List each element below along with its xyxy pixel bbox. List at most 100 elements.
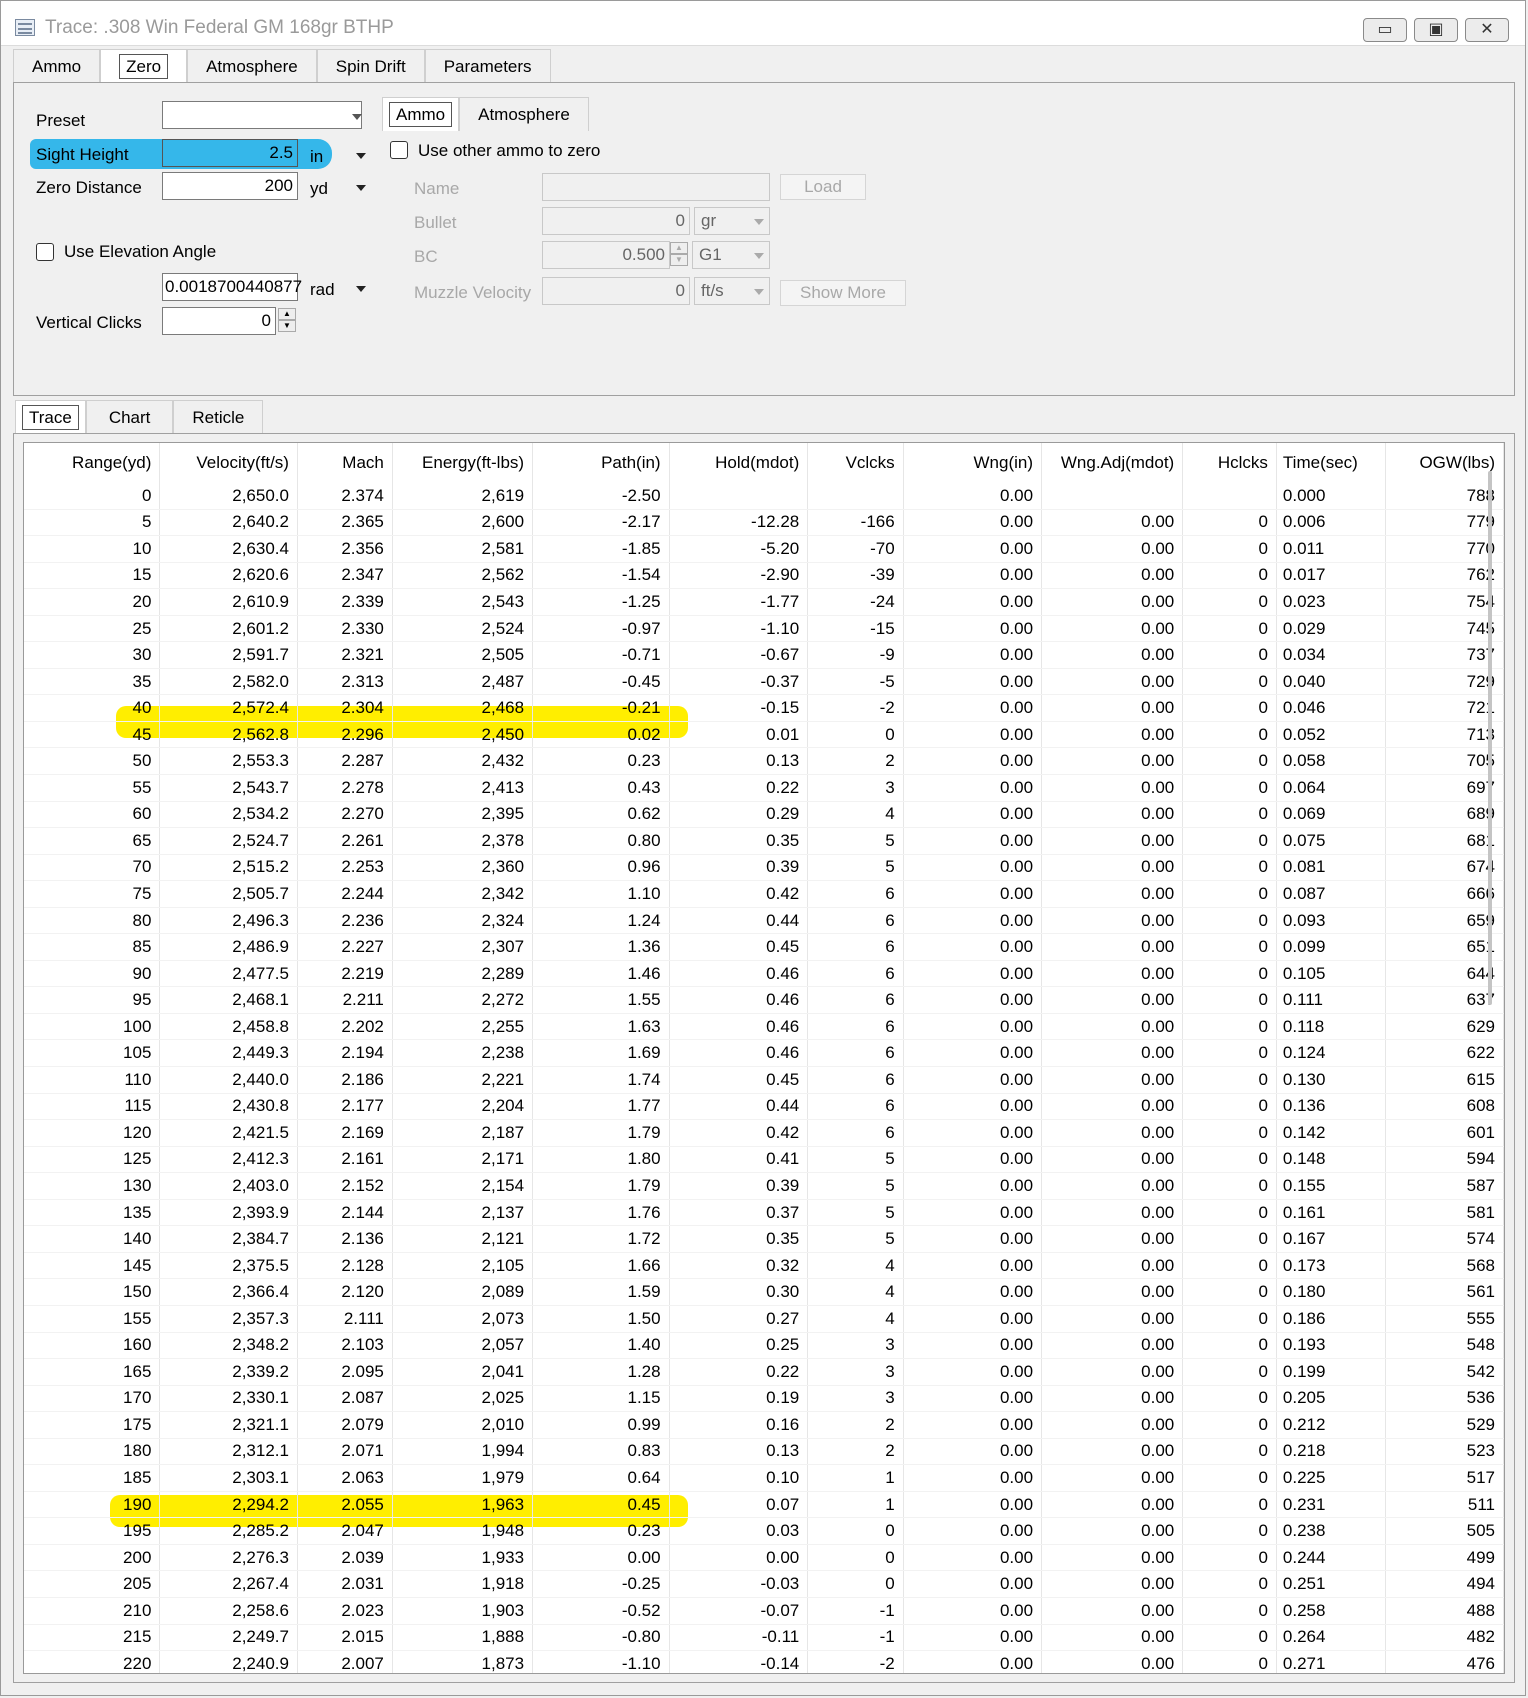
column-header[interactable]: OGW(lbs) <box>1385 443 1504 483</box>
column-header[interactable]: Wng.Adj(mdot) <box>1041 443 1184 483</box>
table-row[interactable]: 30 2,591.7 2.321 2,505 -0.71 -0.67 -9 0.00 0.00 0… <box>24 641 1504 669</box>
table-row[interactable]: 210 2,258.6 2.023 1,903 -0.52 -0.07 -1 0.00 0.00… <box>24 1597 1504 1625</box>
table-row[interactable]: 80 2,496.3 2.236 2,324 1.24 0.44 6 0.00 0.00 0 0.0… <box>24 907 1504 935</box>
table-row[interactable]: 20 2,610.9 2.339 2,543 -1.25 -1.77 -24 0.00 0.00… <box>24 588 1504 616</box>
mv-unit-chevron-down-icon[interactable] <box>754 289 764 295</box>
table-row[interactable]: 195 2,285.2 2.047 1,948 0.23 0.03 0 0.00 0.00 0 0.… <box>24 1517 1504 1545</box>
tab-ammo[interactable]: Ammo <box>13 49 101 83</box>
table-row[interactable]: 110 2,440.0 2.186 2,221 1.74 0.45 6 0.00 0.00 0 0.… <box>24 1066 1504 1094</box>
column-header[interactable]: Path(in) <box>532 443 670 483</box>
table-row[interactable]: 165 2,339.2 2.095 2,041 1.28 0.22 3 0.00 0.00 0 0.… <box>24 1358 1504 1386</box>
table-row[interactable]: 100 2,458.8 2.202 2,255 1.63 0.46 6 0.00 0.00 0 0.… <box>24 1013 1504 1041</box>
table-row[interactable]: 185 2,303.1 2.063 1,979 0.64 0.10 1 0.00 0.00 0 0.… <box>24 1464 1504 1492</box>
vertical-clicks-input[interactable]: 0 <box>162 307 276 335</box>
table-row[interactable]: 160 2,348.2 2.103 2,057 1.40 0.25 3 0.00 0.00 0 0.… <box>24 1332 1504 1360</box>
close-button[interactable]: ✕ <box>1465 18 1509 42</box>
load-button[interactable]: Load <box>780 174 866 200</box>
table-row[interactable]: 105 2,449.3 2.194 2,238 1.69 0.46 6 0.00 0.00 0 0.… <box>24 1039 1504 1068</box>
table-row[interactable]: 85 2,486.9 2.227 2,307 1.36 0.45 6 0.00 0.00 0 0.0… <box>24 933 1504 961</box>
minimize-button[interactable]: ▭ <box>1363 18 1407 42</box>
table-row[interactable]: 55 2,543.7 2.278 2,413 0.43 0.22 3 0.00 0.00 0 0.0… <box>24 774 1504 802</box>
table-row[interactable]: 200 2,276.3 2.039 1,933 0.00 0.00 0 0.00 0.00 0 0.… <box>24 1544 1504 1572</box>
table-row[interactable]: 180 2,312.1 2.071 1,994 0.83 0.13 2 0.00 0.00 0 0.… <box>24 1438 1504 1466</box>
sight-height-input[interactable]: 2.5 <box>162 139 298 167</box>
bc-input[interactable]: 0.500 <box>542 241 670 269</box>
table-row[interactable]: 135 2,393.9 2.144 2,137 1.76 0.37 5 0.00 0.00 0 0.… <box>24 1199 1504 1227</box>
table-row[interactable]: 70 2,515.2 2.253 2,360 0.96 0.39 5 0.00 0.00 0 0.0… <box>24 854 1504 882</box>
maximize-button[interactable]: ▣ <box>1414 18 1458 42</box>
vertical-scrollbar[interactable] <box>1488 471 1492 1005</box>
table-row[interactable]: 35 2,582.0 2.313 2,487 -0.45 -0.37 -5 0.00 0.00 0… <box>24 668 1504 696</box>
ammo-name-input[interactable] <box>542 173 770 201</box>
table-row[interactable]: 125 2,412.3 2.161 2,171 1.80 0.41 5 0.00 0.00 0 0.… <box>24 1146 1504 1174</box>
column-header[interactable]: Range(yd) <box>24 443 161 483</box>
sub-tab-atmosphere[interactable]: Atmosphere <box>459 97 589 131</box>
table-row[interactable]: 95 2,468.1 2.211 2,272 1.55 0.46 6 0.00 0.00 0 0.1… <box>24 986 1504 1014</box>
column-header[interactable]: Hclcks <box>1182 443 1277 483</box>
table-row[interactable]: 60 2,534.2 2.270 2,395 0.62 0.29 4 0.00 0.00 0 0.0… <box>24 801 1504 829</box>
table-row[interactable]: 170 2,330.1 2.087 2,025 1.15 0.19 3 0.00 0.00 0 0.… <box>24 1385 1504 1413</box>
stepper-up-icon[interactable]: ▲ <box>278 308 296 320</box>
trace-table[interactable]: Range(yd) Velocity(ft/s) Mach Energy(ft-lbs… <box>23 442 1505 1674</box>
elevation-angle-input[interactable]: 0.0018700440877 <box>162 273 302 301</box>
table-row[interactable]: 215 2,249.7 2.015 1,888 -0.80 -0.11 -1 0.00 0.00… <box>24 1624 1504 1652</box>
bc-stepper[interactable]: ▲ ▼ <box>670 242 688 268</box>
table-row[interactable]: 0 2,650.0 2.374 2,619 -2.50 0.00 0.000 788 <box>24 483 1504 510</box>
sight-height-unit-dropdown-icon[interactable] <box>356 153 366 159</box>
table-row[interactable]: 140 2,384.7 2.136 2,121 1.72 0.35 5 0.00 0.00 0 0.… <box>24 1225 1504 1253</box>
table-row[interactable]: 220 2,240.9 2.007 1,873 -1.10 -0.14 -2 0.00 0.00… <box>24 1650 1504 1673</box>
table-row[interactable]: 175 2,321.1 2.079 2,010 0.99 0.16 2 0.00 0.00 0 0.… <box>24 1411 1504 1439</box>
tab-spin-drift[interactable]: Spin Drift <box>316 49 425 83</box>
column-header[interactable]: Hold(mdot) <box>669 443 809 483</box>
zero-distance-input[interactable]: 200 <box>162 172 298 200</box>
use-elevation-checkbox[interactable] <box>36 243 54 261</box>
bullet-unit-chevron-down-icon[interactable] <box>754 219 764 225</box>
table-row[interactable]: 65 2,524.7 2.261 2,378 0.80 0.35 5 0.00 0.00 0 0.0… <box>24 827 1504 855</box>
zero-distance-unit[interactable]: yd <box>310 179 328 199</box>
tab-reticle[interactable]: Reticle <box>173 400 264 434</box>
table-row[interactable]: 150 2,366.4 2.120 2,089 1.59 0.30 4 0.00 0.00 0 0.… <box>24 1278 1504 1306</box>
table-row[interactable]: 130 2,403.0 2.152 2,154 1.79 0.39 5 0.00 0.00 0 0.… <box>24 1172 1504 1200</box>
table-row[interactable]: 25 2,601.2 2.330 2,524 -0.97 -1.10 -15 0.00 0.00… <box>24 615 1504 643</box>
table-row[interactable]: 5 2,640.2 2.365 2,600 -2.17 -12.28 -166 0.00 0.0… <box>24 509 1504 537</box>
table-row[interactable]: 10 2,630.4 2.356 2,581 -1.85 -5.20 -70 0.00 0.00… <box>24 535 1504 563</box>
table-row[interactable]: 190 2,294.2 2.055 1,963 0.45 0.07 1 0.00 0.00 0 0.… <box>24 1491 1504 1519</box>
bc-stepper-down-icon[interactable]: ▼ <box>670 254 688 266</box>
table-row[interactable]: 75 2,505.7 2.244 2,342 1.10 0.42 6 0.00 0.00 0 0.0… <box>24 880 1504 908</box>
sub-tab-ammo[interactable]: Ammo <box>382 97 460 131</box>
column-header[interactable]: Velocity(ft/s) <box>159 443 298 483</box>
table-row[interactable]: 155 2,357.3 2.111 2,073 1.50 0.27 4 0.00 0.00 0 0.… <box>24 1305 1504 1333</box>
column-header[interactable]: Mach <box>297 443 393 483</box>
muzzle-velocity-input[interactable]: 0 <box>542 277 690 305</box>
table-row[interactable]: 45 2,562.8 2.296 2,450 0.02 0.01 0 0.00 0.00 0 0.0… <box>24 721 1504 749</box>
tab-chart[interactable]: Chart <box>85 400 174 434</box>
bc-stepper-up-icon[interactable]: ▲ <box>670 242 688 254</box>
title-bar[interactable]: Trace: .308 Win Federal GM 168gr BTHP ▭ … <box>1 1 1525 46</box>
stepper-down-icon[interactable]: ▼ <box>278 320 296 332</box>
vertical-clicks-stepper[interactable]: ▲ ▼ <box>278 308 296 334</box>
table-row[interactable]: 90 2,477.5 2.219 2,289 1.46 0.46 6 0.00 0.00 0 0.1… <box>24 960 1504 988</box>
table-row[interactable]: 115 2,430.8 2.177 2,204 1.77 0.44 6 0.00 0.00 0 0.… <box>24 1093 1504 1121</box>
tab-atmosphere[interactable]: Atmosphere <box>187 49 317 83</box>
table-row[interactable]: 40 2,572.4 2.304 2,468 -0.21 -0.15 -2 0.00 0.00 0… <box>24 694 1504 722</box>
elevation-unit-dropdown-icon[interactable] <box>356 286 366 292</box>
table-row[interactable]: 205 2,267.4 2.031 1,918 -0.25 -0.03 0 0.00 0.00 0… <box>24 1570 1504 1598</box>
zero-distance-unit-dropdown-icon[interactable] <box>356 185 366 191</box>
sight-height-unit[interactable]: in <box>310 147 323 167</box>
drag-model-chevron-down-icon[interactable] <box>754 253 764 259</box>
preset-select[interactable] <box>162 101 362 129</box>
column-header[interactable]: Wng(in) <box>903 443 1043 483</box>
table-row[interactable]: 15 2,620.6 2.347 2,562 -1.54 -2.90 -39 0.00 0.00… <box>24 562 1504 590</box>
show-more-button[interactable]: Show More <box>780 280 906 306</box>
tab-trace[interactable]: Trace <box>15 400 86 434</box>
tab-parameters[interactable]: Parameters <box>424 49 551 83</box>
tab-zero[interactable]: Zero <box>100 49 188 83</box>
elevation-unit[interactable]: rad <box>310 280 335 300</box>
bullet-weight-input[interactable]: 0 <box>542 207 690 235</box>
table-row[interactable]: 145 2,375.5 2.128 2,105 1.66 0.32 4 0.00 0.00 0 0.… <box>24 1252 1504 1280</box>
column-header[interactable]: Energy(ft-lbs) <box>392 443 534 483</box>
column-header[interactable]: Time(sec) <box>1276 443 1387 483</box>
table-row[interactable]: 50 2,553.3 2.287 2,432 0.23 0.13 2 0.00 0.00 0 0.0… <box>24 747 1504 776</box>
column-header[interactable]: Vclcks <box>807 443 904 483</box>
use-other-ammo-checkbox[interactable] <box>390 141 408 159</box>
